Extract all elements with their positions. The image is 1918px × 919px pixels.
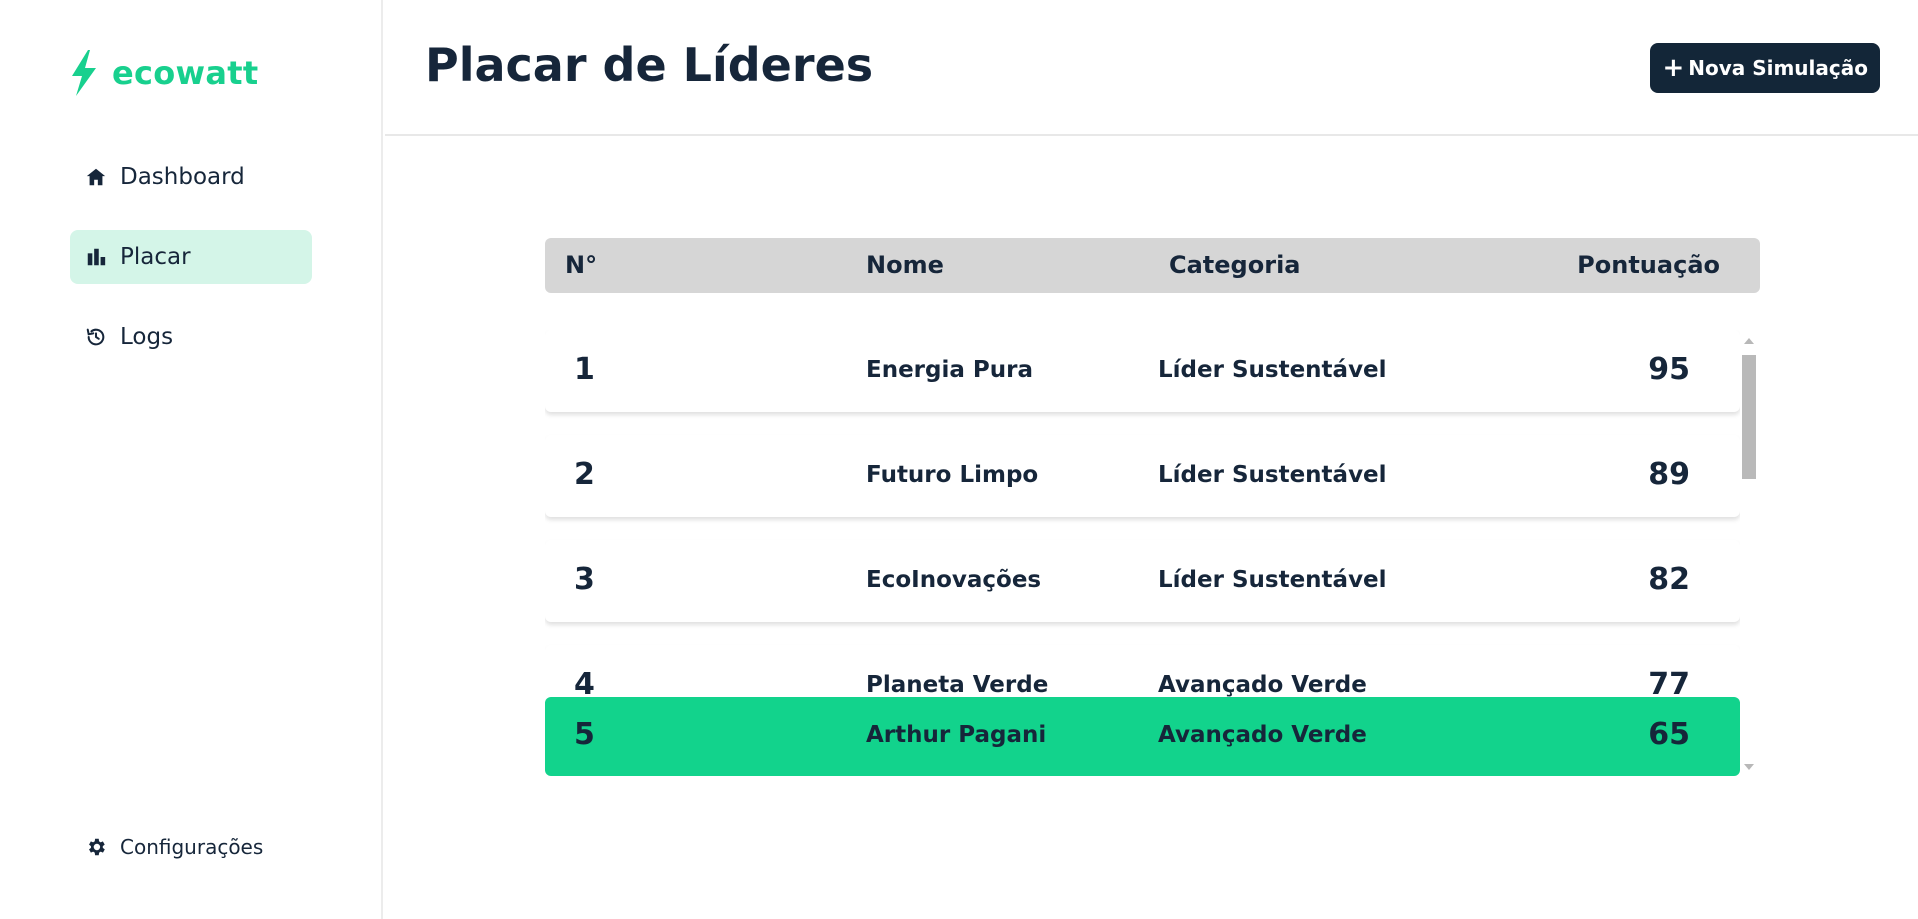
row-category: Líder Sustentável [1158,567,1387,593]
sidebar: ecowatt Dashboard Placar Logs Configuraç… [0,0,383,919]
table-row: 1 Energia Pura Líder Sustentável 95 [545,330,1740,412]
sidebar-item-logs[interactable]: Logs [70,310,312,364]
table-row: 3 EcoInovações Líder Sustentável 82 [545,540,1740,622]
row-name: Planeta Verde [866,672,1049,698]
current-user-row: 5 Arthur Pagani Avançado Verde 65 [545,697,1740,776]
history-icon [84,325,108,349]
row-category: Líder Sustentável [1158,462,1387,488]
scroll-down-arrow-icon[interactable] [1744,764,1754,770]
home-icon [84,165,108,189]
row-name: Energia Pura [866,357,1033,383]
sidebar-item-label: Logs [120,324,174,350]
table-row: 2 Futuro Limpo Líder Sustentável 89 [545,435,1740,517]
sidebar-item-label: Configurações [120,835,264,859]
sidebar-item-placar[interactable]: Placar [70,230,312,284]
row-score: 65 [1648,717,1690,752]
row-rank: 5 [574,717,595,752]
row-category: Avançado Verde [1158,672,1367,698]
brand-name: ecowatt [112,54,259,92]
sidebar-item-dashboard[interactable]: Dashboard [70,150,312,204]
scrollbar-thumb[interactable] [1742,355,1756,479]
sidebar-item-settings[interactable]: Configurações [70,820,312,874]
scroll-up-arrow-icon[interactable] [1744,338,1754,344]
row-name: Futuro Limpo [866,462,1039,488]
row-rank: 1 [574,352,595,387]
brand-logo[interactable]: ecowatt [68,50,259,96]
row-rank: 2 [574,457,595,492]
leaderboard-scrollbar[interactable] [1740,338,1758,770]
column-header-rank: N° [565,251,598,279]
column-header-category: Categoria [1169,251,1301,279]
bar-chart-icon [84,245,108,269]
sidebar-item-label: Dashboard [120,164,245,190]
row-name: EcoInovações [866,567,1042,593]
new-simulation-button[interactable]: + Nova Simulação [1650,43,1880,93]
row-category: Avançado Verde [1158,722,1367,748]
plus-icon: + [1662,53,1685,83]
row-rank: 3 [574,562,595,597]
column-header-name: Nome [866,251,944,279]
page-header: Placar de Líderes + Nova Simulação [385,0,1918,136]
row-name: Arthur Pagani [866,722,1047,748]
gear-icon [84,835,108,859]
row-score: 95 [1648,352,1690,387]
row-category: Líder Sustentável [1158,357,1387,383]
app-window: ecowatt Dashboard Placar Logs Configuraç… [0,0,1918,919]
sidebar-item-label: Placar [120,244,191,270]
leaderboard-header: N° Nome Categoria Pontuação [545,238,1760,293]
column-header-score: Pontuação [1577,251,1720,279]
page-title: Placar de Líderes [425,38,874,92]
new-simulation-label: Nova Simulação [1688,56,1868,80]
row-score: 89 [1648,457,1690,492]
row-score: 82 [1648,562,1690,597]
lightning-icon [72,50,96,96]
